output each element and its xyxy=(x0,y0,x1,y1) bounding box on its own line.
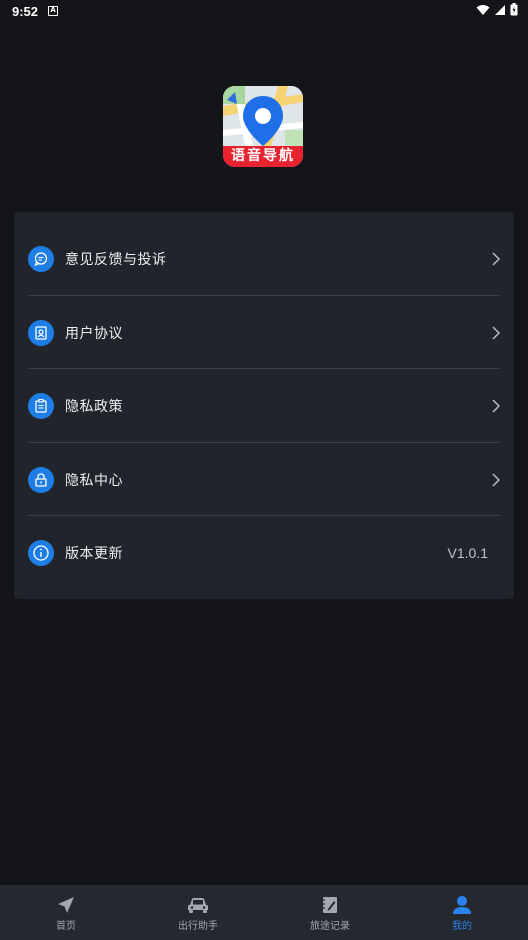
lock-icon xyxy=(28,466,54,493)
chevron-right-icon xyxy=(492,398,500,413)
profile-screen: 9:52 A 语音导航 意见反馈与投诉 用户协议 隐私政策 隐私中心 版本更新 … xyxy=(0,0,528,940)
bottom-nav: 首页 出行助手 旅途记录 我的 xyxy=(0,885,528,940)
menu-item-label: 用户协议 xyxy=(65,325,123,342)
menu-item-privacy-policy[interactable]: 隐私政策 xyxy=(28,369,500,442)
nav-tab-travel-assistant[interactable]: 出行助手 xyxy=(132,885,264,940)
chat-bubble-icon xyxy=(28,245,54,272)
battery-icon xyxy=(510,3,518,16)
nav-tab-home[interactable]: 首页 xyxy=(0,885,132,940)
status-bar: 9:52 A xyxy=(0,0,528,22)
status-time: 9:52 xyxy=(12,3,39,19)
status-icons xyxy=(476,3,518,16)
wifi-icon xyxy=(476,4,490,15)
chevron-right-icon xyxy=(492,472,500,487)
menu-item-label: 意见反馈与投诉 xyxy=(65,251,167,268)
user-icon xyxy=(453,896,471,914)
nav-tab-trip-records[interactable]: 旅途记录 xyxy=(264,885,396,940)
app-logo: 语音导航 xyxy=(223,86,303,167)
menu-item-label: 版本更新 xyxy=(65,545,123,562)
settings-menu-card: 意见反馈与投诉 用户协议 隐私政策 隐私中心 版本更新 V1.0.1 xyxy=(14,212,514,599)
nav-label: 首页 xyxy=(56,921,76,932)
nav-label: 出行助手 xyxy=(178,921,218,932)
paper-plane-icon xyxy=(58,897,74,913)
menu-item-label: 隐私中心 xyxy=(65,472,123,489)
menu-item-user-agreement[interactable]: 用户协议 xyxy=(28,296,500,369)
chevron-right-icon xyxy=(492,251,500,266)
version-value: V1.0.1 xyxy=(447,544,488,561)
menu-item-privacy-center[interactable]: 隐私中心 xyxy=(28,443,500,516)
notification-icon: A xyxy=(48,6,59,16)
menu-item-version-update[interactable]: 版本更新 V1.0.1 xyxy=(28,516,500,589)
car-icon xyxy=(188,898,208,913)
id-card-icon xyxy=(28,319,54,346)
nav-label: 旅途记录 xyxy=(310,921,350,932)
notebook-icon xyxy=(322,897,337,913)
menu-item-feedback[interactable]: 意见反馈与投诉 xyxy=(28,222,500,295)
clipboard-icon xyxy=(28,392,54,419)
chevron-right-icon xyxy=(492,325,500,340)
logo-text: 语音导航 xyxy=(231,148,295,164)
nav-tab-mine[interactable]: 我的 xyxy=(396,885,528,940)
nav-label: 我的 xyxy=(452,921,472,932)
menu-item-label: 隐私政策 xyxy=(65,398,123,415)
info-icon xyxy=(28,539,54,566)
signal-icon xyxy=(495,4,505,15)
